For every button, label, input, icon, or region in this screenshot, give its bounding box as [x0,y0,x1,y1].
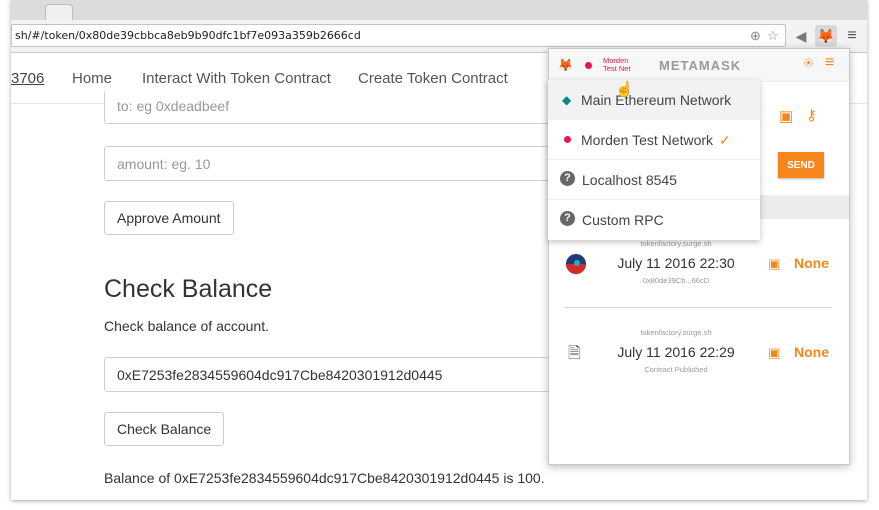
nav-brand-link[interactable]: 3706 [11,70,44,87]
metamask-fox-icon: 🦊 [558,58,573,72]
nav-link-home[interactable]: Home [72,70,112,87]
address-bar[interactable]: sh/#/token/0x80de39cbbca8eb9b90dfc1bf7e0… [11,24,786,47]
extension-icon[interactable]: ◀ [790,25,812,47]
network-dot-icon [585,62,592,69]
network-option-custom-rpc[interactable]: ? Custom RPC [548,200,760,240]
key-icon[interactable]: ⚷ [806,106,817,124]
network-option-main[interactable]: ◆ Main Ethereum Network [548,80,760,120]
tx-address: 0x80de39Cb...66cD [642,276,710,285]
diamond-icon: ◆ [562,93,572,107]
checkmark-icon: ✓ [719,132,731,148]
to-address-input[interactable]: to: eg 0xdeadbeef [104,90,564,124]
url-text: sh/#/token/0x80de39cbbca8eb9b90dfc1bf7e0… [15,29,361,42]
transaction-row[interactable]: tokenfactory.surge.sh 🗎 July 11 2016 22:… [549,324,849,404]
tx-divider [565,307,832,308]
tab-strip [11,0,867,21]
metamask-title: METAMASK [659,58,742,73]
network-name: Morden Test Network [581,132,714,148]
star-icon[interactable]: ☆ [767,28,779,44]
check-balance-button[interactable]: Check Balance [104,412,225,446]
tx-status: Contract Published [644,365,708,374]
transaction-row[interactable]: tokenfactory.surge.sh July 11 2016 22:30… [549,235,849,315]
balance-result-text: Balance of 0xE7253fe2834559604dc917Cbe84… [104,470,545,486]
check-balance-heading: Check Balance [104,275,273,303]
dot-icon [564,136,571,143]
browser-window: sh/#/token/0x80de39cbbca8eb9b90dfc1bf7e0… [11,0,867,500]
tx-value: None [794,255,829,271]
tx-domain: tokenfactory.surge.sh [640,239,712,248]
nav-link-create[interactable]: Create Token Contract [358,70,508,87]
hamburger-icon[interactable]: ≡ [841,25,863,47]
check-balance-description: Check balance of account. [104,318,269,334]
tx-value: None [794,344,829,360]
tx-date: July 11 2016 22:29 [617,344,735,360]
question-icon: ? [560,211,575,226]
network-option-label: Localhost 8545 [582,172,677,188]
account-icon[interactable]: ⍟ [804,55,813,72]
metamask-header: 🦊 Morden Test Net METAMASK ⍟ ≡ [549,49,849,82]
menu-icon[interactable]: ≡ [825,54,834,72]
tx-date: July 11 2016 22:30 [617,255,735,271]
copy-icon[interactable]: ▣ [768,256,780,272]
question-icon: ? [560,171,575,186]
current-network-label[interactable]: Morden Test Net [603,57,631,73]
amount-input[interactable]: amount: eg. 10 [104,146,564,181]
browser-tab[interactable] [45,4,73,21]
network-option-label: Morden Test Network ✓ [581,132,731,149]
network-dropdown: ◆ Main Ethereum Network Morden Test Netw… [548,80,760,240]
network-option-label: Main Ethereum Network [581,92,732,108]
metamask-fox-icon[interactable]: 🦊 [815,25,837,47]
nav-link-interact[interactable]: Interact With Token Contract [142,70,331,87]
network-option-label: Custom RPC [582,212,664,228]
approve-amount-button[interactable]: Approve Amount [104,201,234,235]
tx-domain: tokenfactory.surge.sh [640,328,712,337]
network-line-2: Test Net [603,64,631,73]
network-option-morden[interactable]: Morden Test Network ✓ [548,120,760,160]
network-option-localhost[interactable]: ? Localhost 8545 [548,160,760,200]
zoom-icon[interactable]: ⊕ [750,28,761,44]
copy-icon[interactable]: ▣ [768,345,780,361]
account-address-input[interactable]: 0xE7253fe2834559604dc917Cbe8420301912d04… [104,357,564,392]
send-button[interactable]: SEND [778,152,824,178]
copy-icon[interactable]: ▣ [779,107,793,125]
mouse-cursor-icon: ☝ [615,81,634,98]
